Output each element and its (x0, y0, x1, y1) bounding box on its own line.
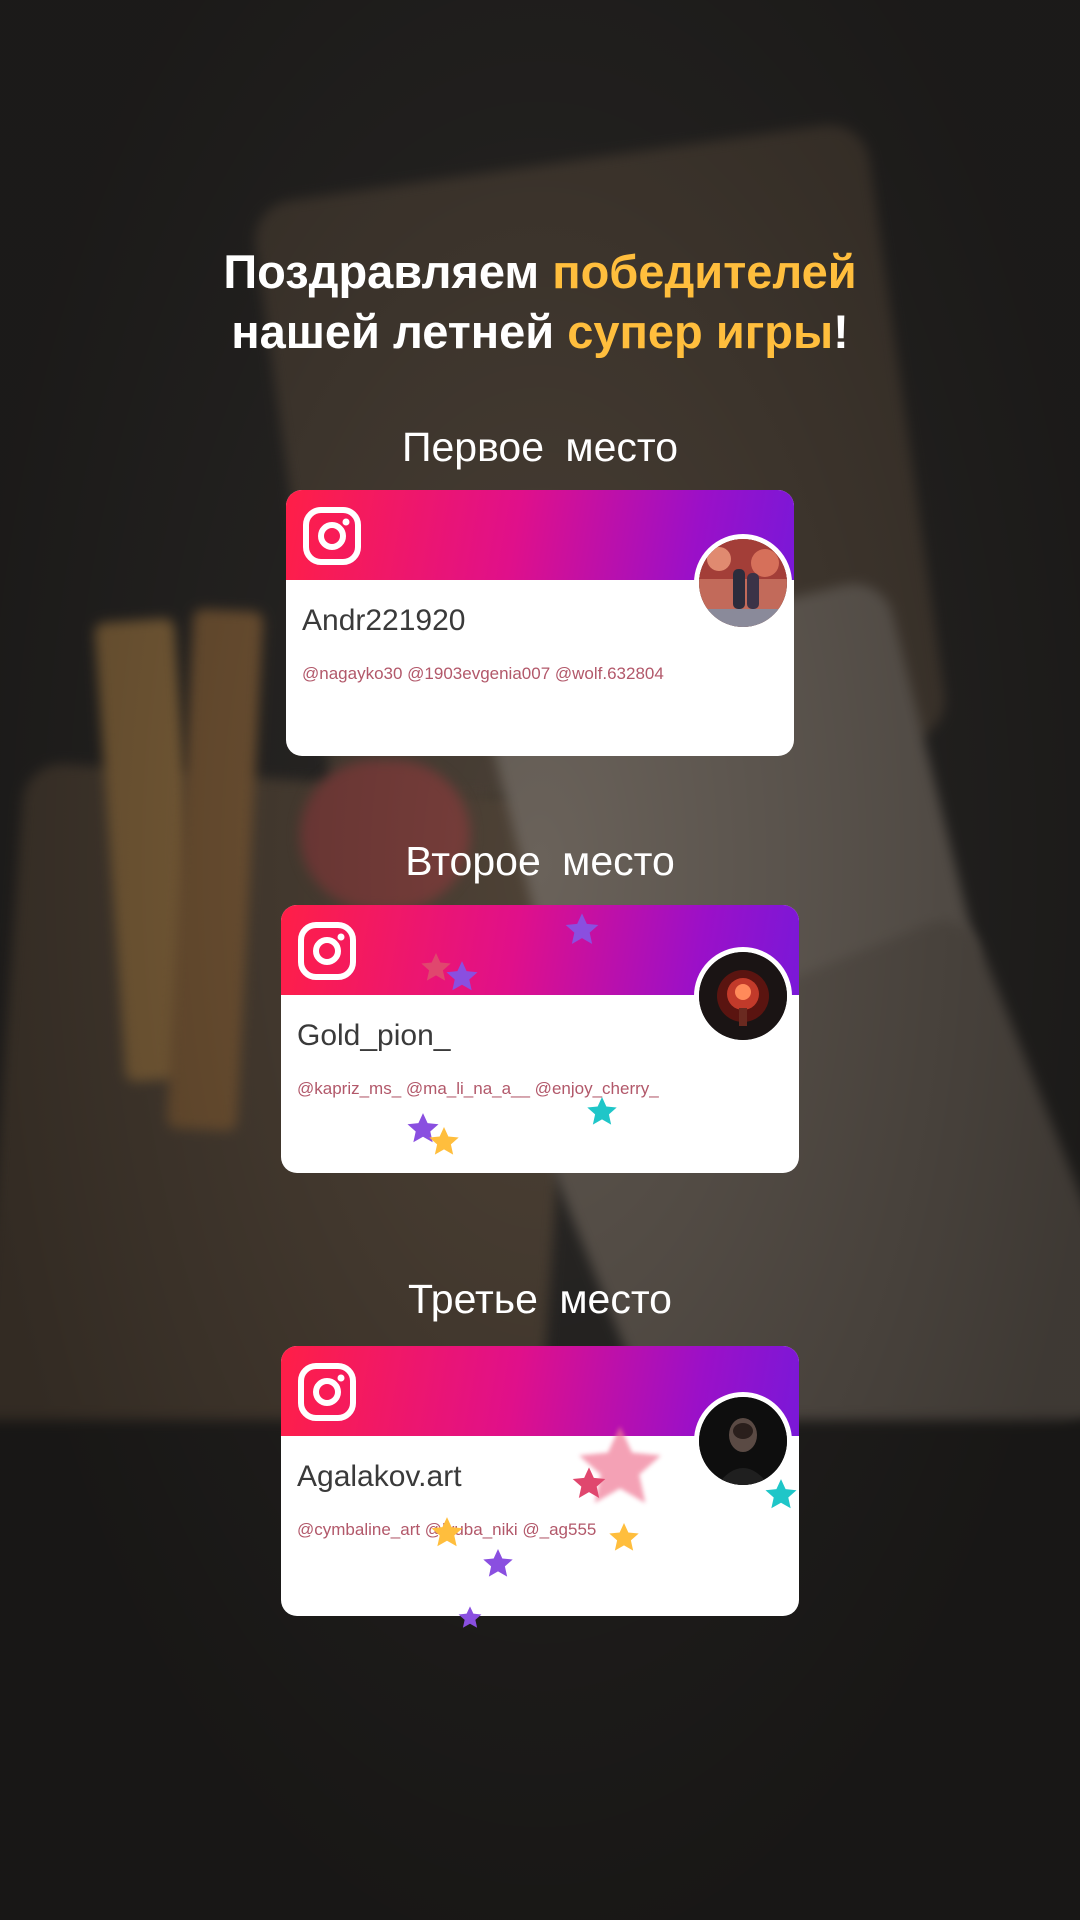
star-confetti-icon (565, 913, 599, 944)
avatar (694, 947, 792, 1045)
winner-username: Andr221920 (302, 604, 466, 637)
star-confetti-icon (483, 1549, 513, 1577)
star-confetti-icon (609, 1523, 639, 1551)
winner-username: Gold_pion_ (297, 1019, 451, 1052)
title-text: ! (833, 305, 849, 358)
second-place-title: Второе место (405, 838, 675, 884)
star-confetti-icon (587, 1097, 617, 1125)
star-confetti-icon (458, 1606, 482, 1628)
instagram-icon (303, 507, 361, 565)
instagram-icon (298, 922, 356, 980)
title-accent: супер игры (567, 305, 834, 358)
avatar (694, 534, 792, 632)
star-confetti-icon (446, 961, 478, 991)
star-confetti-icon (765, 1479, 797, 1509)
first-place-title: Первое место (402, 424, 678, 470)
star-confetti-icon (431, 1517, 463, 1547)
title-text: Поздравляем (223, 245, 553, 298)
winner-mentions: @nagayko30 @1903evgenia007 @wolf.632804 (302, 664, 664, 683)
winner-card-second: Gold_pion_ @kapriz_ms_ @ma_li_na_a__ @en… (281, 905, 799, 1173)
instagram-icon (298, 1363, 356, 1421)
winner-username: Agalakov.art (297, 1460, 462, 1493)
title-text: нашей летней (231, 305, 568, 358)
page-title: Поздравляем победителей нашей летней суп… (0, 242, 1080, 362)
star-confetti-icon (572, 1467, 606, 1498)
winner-card-first: Andr221920 @nagayko30 @1903evgenia007 @w… (286, 490, 794, 756)
star-confetti-icon (429, 1127, 459, 1155)
third-place-title: Третье место (408, 1276, 672, 1322)
winner-card-third: Agalakov.art @cymbaline_art @lyuba_niki … (281, 1346, 799, 1616)
title-accent: победителей (552, 245, 857, 298)
